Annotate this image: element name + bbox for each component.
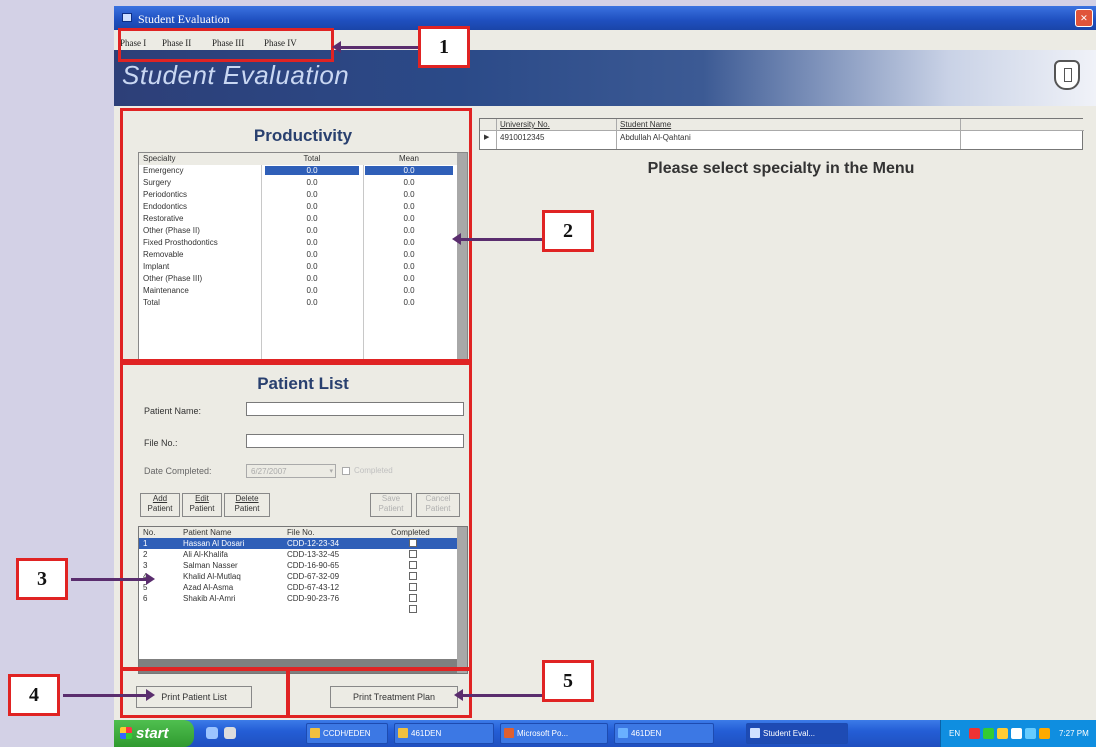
specialty-message: Please select specialty in the Menu (479, 150, 1083, 188)
clock[interactable]: 7:27 PM (1059, 729, 1089, 738)
annotation-box-patient-list (120, 362, 472, 670)
callout-2: 2 (542, 210, 594, 252)
quicklaunch-desktop-icon[interactable] (224, 727, 236, 739)
col-student-name: Student Name (620, 120, 672, 129)
tray-icon[interactable] (1025, 728, 1036, 739)
annotation-box-menu (118, 28, 334, 62)
window-title: Student Evaluation (138, 12, 230, 26)
university-crest-icon (1054, 60, 1080, 90)
student-university-no: 4910012345 (500, 133, 545, 142)
taskbar-item-461den-folder[interactable]: 461DEN (394, 723, 494, 744)
title-bar[interactable]: Student Evaluation × (114, 6, 1096, 30)
row-selector-icon: ▶ (484, 134, 490, 141)
tray-icon[interactable] (1039, 728, 1050, 739)
student-grid[interactable]: University No. Student Name ▶ 4910012345… (479, 118, 1084, 150)
app-icon (122, 13, 132, 22)
annotation-box-productivity (120, 108, 472, 362)
taskbar-item-label: Microsoft Po... (517, 729, 569, 738)
app-icon (750, 728, 760, 738)
taskbar-item-label: 461DEN (411, 729, 442, 738)
callout-2-arrow (452, 233, 542, 245)
taskbar-item-ccdh[interactable]: CCDH/EDEN (306, 723, 388, 744)
callout-5-arrow (454, 689, 542, 701)
callout-4: 4 (8, 674, 60, 716)
start-button[interactable]: start (114, 720, 194, 747)
explorer-icon (618, 728, 628, 738)
system-tray: EN 7:27 PM (940, 720, 1096, 747)
callout-1-arrow (332, 41, 418, 53)
taskbar-item-student-eval[interactable]: Student Eval... (746, 723, 848, 744)
callout-4-arrow (63, 689, 155, 701)
col-university-no: University No. (500, 120, 550, 129)
callout-1: 1 (418, 26, 470, 68)
taskbar-item-powerpoint[interactable]: Microsoft Po... (500, 723, 608, 744)
taskbar: start CCDH/EDEN 461DEN Microsoft Po... 4… (114, 720, 1096, 747)
annotation-box-print-plan (286, 668, 472, 718)
taskbar-item-461den[interactable]: 461DEN (614, 723, 714, 744)
taskbar-item-label: 461DEN (631, 729, 662, 738)
callout-5: 5 (542, 660, 594, 702)
folder-icon (310, 728, 320, 738)
tray-icon[interactable] (969, 728, 980, 739)
folder-icon (398, 728, 408, 738)
taskbar-item-label: Student Eval... (763, 729, 816, 738)
tray-icon[interactable] (983, 728, 994, 739)
banner-title: Student Evaluation (122, 60, 350, 90)
callout-3: 3 (16, 558, 68, 600)
tray-icon[interactable] (1011, 728, 1022, 739)
close-button[interactable]: × (1075, 9, 1093, 27)
callout-3-arrow (71, 573, 155, 585)
powerpoint-icon (504, 728, 514, 738)
taskbar-item-label: CCDH/EDEN (323, 729, 371, 738)
quicklaunch-ie-icon[interactable] (206, 727, 218, 739)
language-indicator[interactable]: EN (949, 729, 960, 738)
student-name: Abdullah Al-Qahtani (620, 133, 691, 142)
tray-icon[interactable] (997, 728, 1008, 739)
